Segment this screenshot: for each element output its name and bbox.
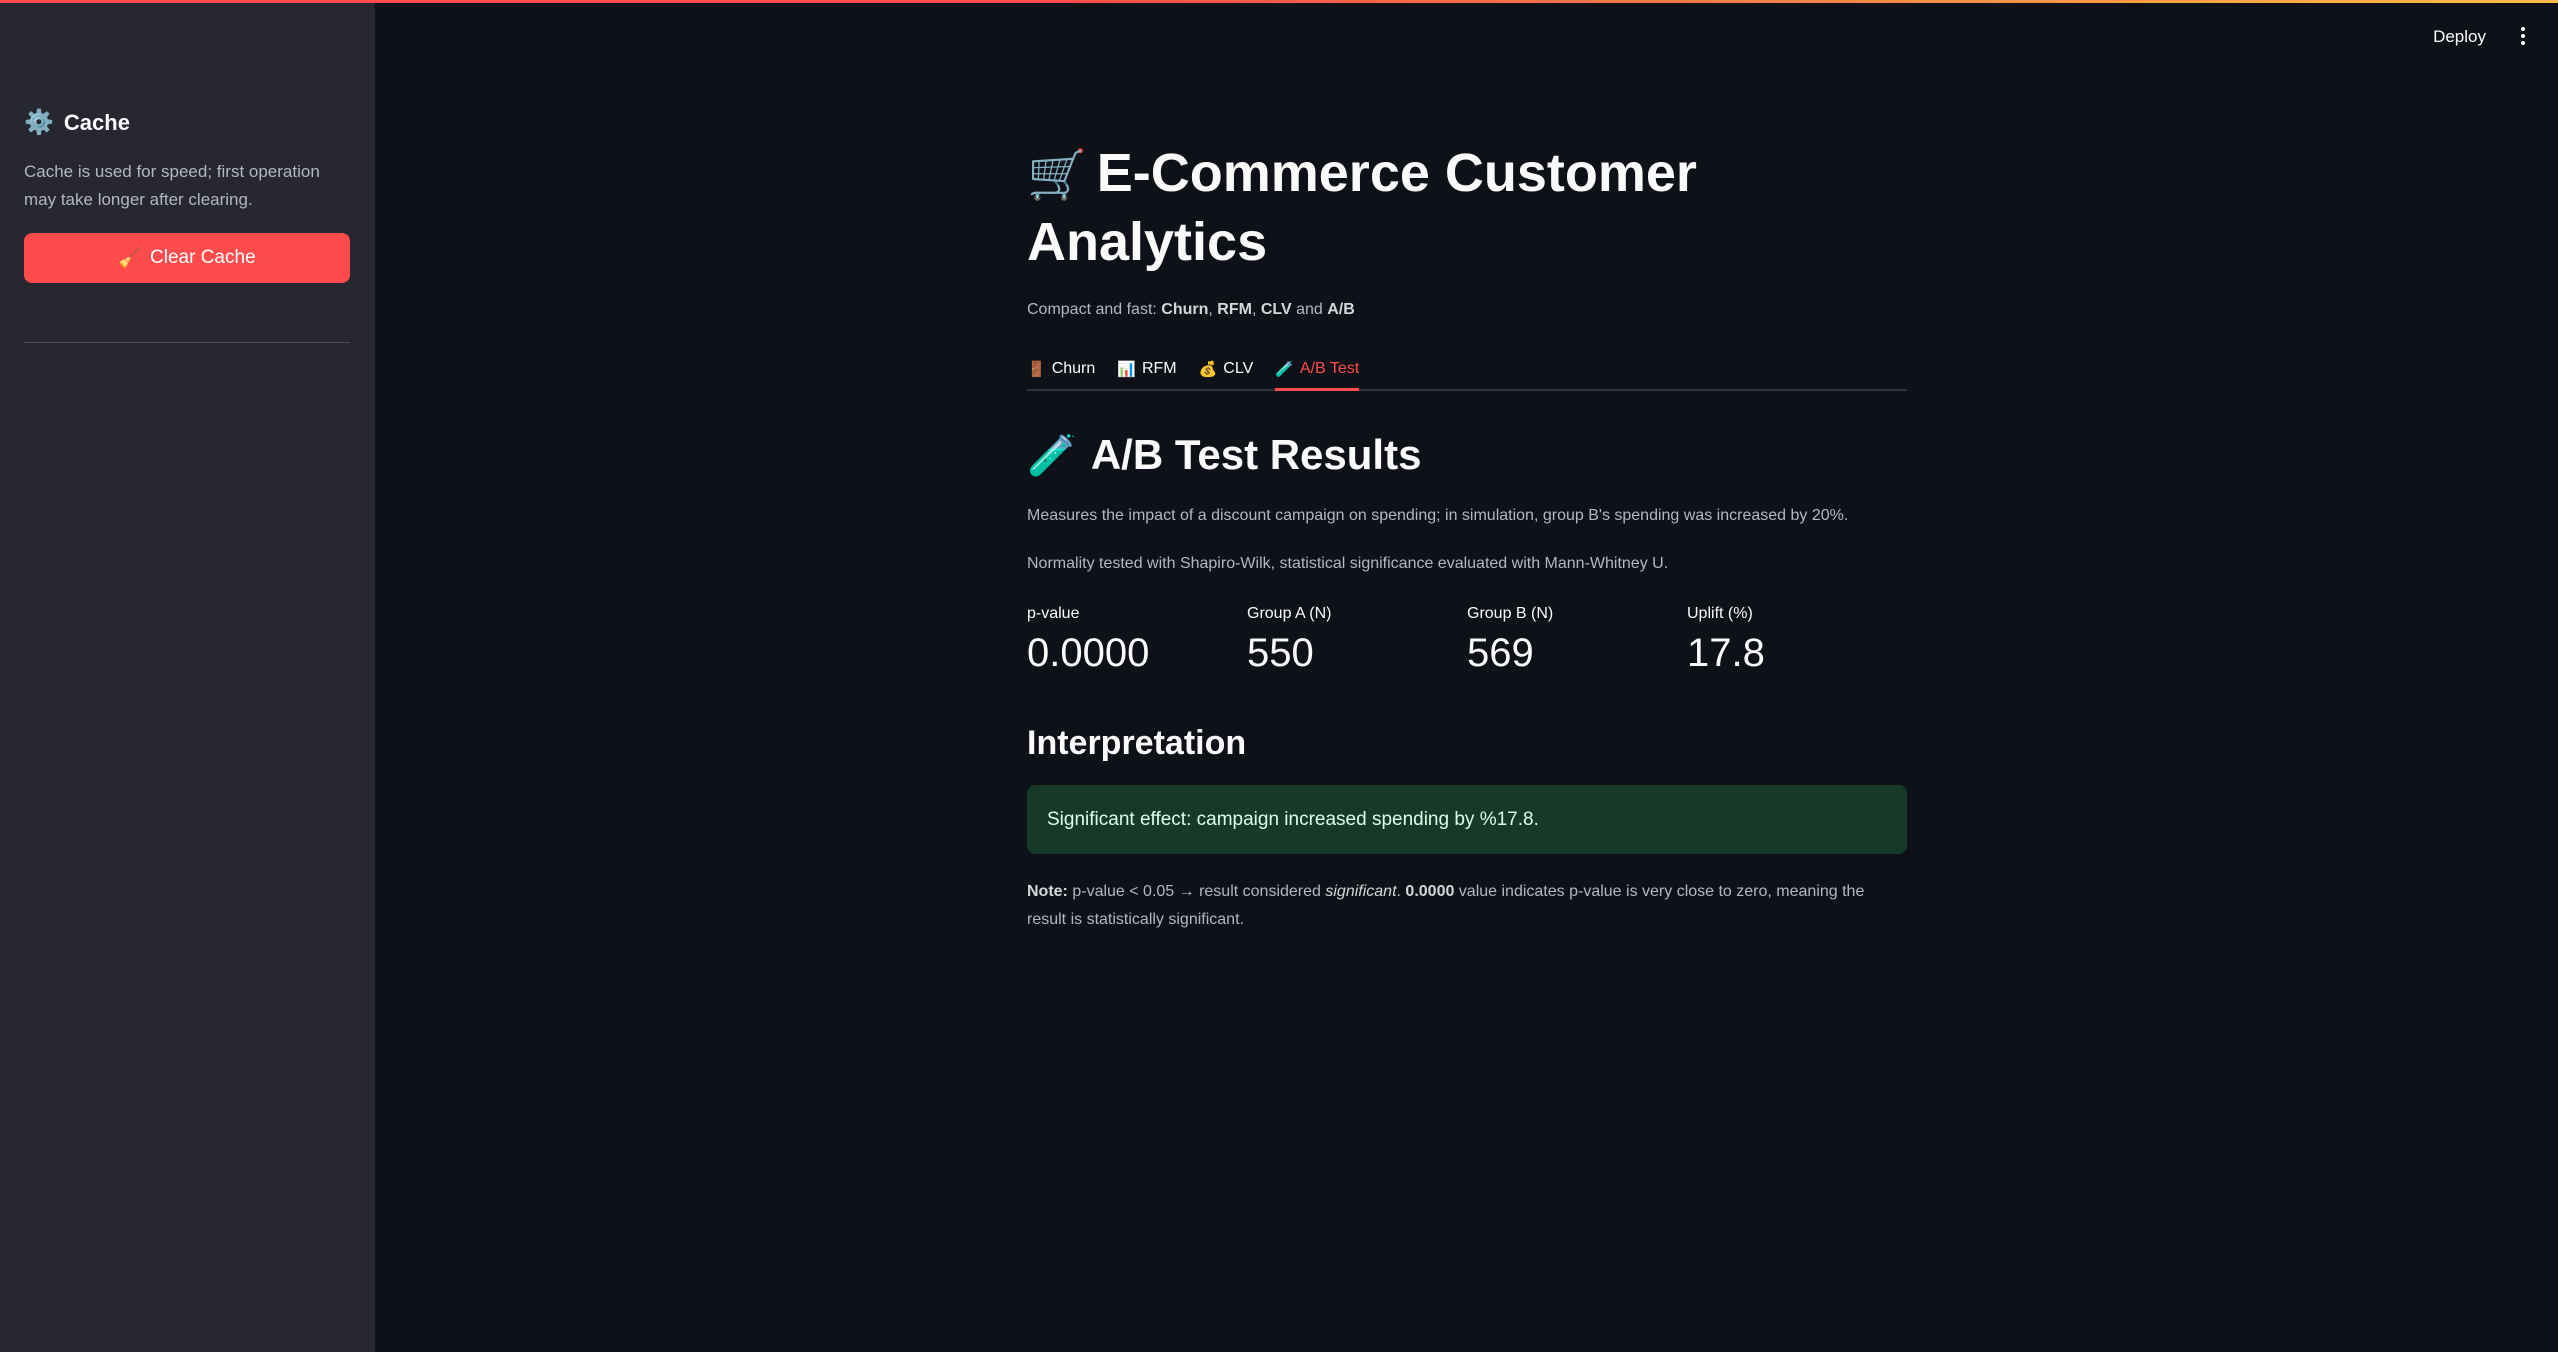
- top-accent-bar: [0, 0, 2558, 3]
- bar-chart-icon: 📊: [1117, 361, 1136, 378]
- subtitle-churn: Churn: [1161, 301, 1209, 318]
- metric-value: 569: [1467, 631, 1534, 675]
- metric-p-value: p-value 0.0000: [1027, 605, 1247, 676]
- main-menu-icon[interactable]: [2516, 24, 2530, 48]
- test-tube-icon: 🧪: [1275, 361, 1294, 378]
- note-italic: significant: [1325, 883, 1397, 900]
- tab-label: CLV: [1223, 360, 1254, 377]
- page-subtitle: Compact and fast: Churn, RFM, CLV and A/…: [1027, 301, 1907, 319]
- section-title-text: A/B Test Results: [1090, 431, 1422, 478]
- subtitle-and: and: [1291, 301, 1328, 318]
- door-icon: 🚪: [1027, 361, 1046, 378]
- main-content: 🛒 E-Commerce Customer Analytics Compact a…: [1027, 140, 1907, 934]
- tab-churn[interactable]: 🚪 Churn: [1027, 341, 1095, 389]
- subtitle-sep: ,: [1208, 301, 1218, 318]
- sidebar: ⚙️ Cache Cache is used for speed; first …: [0, 0, 375, 1352]
- section-description: Measures the impact of a discount campai…: [1027, 507, 1849, 524]
- success-alert-text: Significant effect: campaign increased s…: [1047, 808, 1539, 830]
- metric-value: 550: [1247, 631, 1314, 675]
- metric-value: 0.0000: [1027, 631, 1150, 675]
- gear-icon: ⚙️: [24, 109, 54, 136]
- broom-icon: 🧹: [118, 248, 143, 269]
- shopping-cart-icon: 🛒: [1027, 149, 1087, 202]
- note-value: 0.0000: [1405, 883, 1455, 900]
- tab-label: A/B Test: [1299, 360, 1360, 377]
- page-title: 🛒 E-Commerce Customer Analytics: [1027, 140, 1907, 275]
- metric-group-a: Group A (N) 550: [1247, 605, 1467, 676]
- interpretation-title: Interpretation: [1027, 724, 1247, 762]
- sidebar-divider: [24, 342, 350, 343]
- tab-bar: 🚪 Churn 📊 RFM 💰 CLV 🧪 A/B Test: [1027, 341, 1907, 391]
- subtitle-sep: ,: [1251, 301, 1261, 318]
- metric-group-b: Group B (N) 569: [1467, 605, 1687, 676]
- metric-label: Group B (N): [1467, 605, 1554, 622]
- metric-label: Uplift (%): [1687, 605, 1753, 622]
- metric-label: Group A (N): [1247, 605, 1332, 622]
- note-caption: Note: p-value < 0.05 → result considered…: [1027, 878, 1907, 934]
- tab-ab-test[interactable]: 🧪 A/B Test: [1275, 341, 1360, 391]
- subtitle-ab: A/B: [1327, 301, 1355, 318]
- subtitle-clv: CLV: [1260, 301, 1292, 318]
- metric-label: p-value: [1027, 605, 1080, 622]
- clear-cache-button[interactable]: 🧹 Clear Cache: [24, 233, 350, 283]
- subtitle-prefix: Compact and fast:: [1027, 301, 1162, 318]
- metric-uplift: Uplift (%) 17.8: [1687, 605, 1907, 676]
- tab-clv[interactable]: 💰 CLV: [1199, 341, 1254, 389]
- test-tube-icon: 🧪: [1027, 433, 1077, 478]
- tab-label: Churn: [1051, 360, 1096, 377]
- tab-rfm[interactable]: 📊 RFM: [1117, 341, 1176, 389]
- note-label: Note:: [1027, 883, 1068, 900]
- tab-label: RFM: [1141, 360, 1177, 377]
- clear-cache-label: Clear Cache: [150, 247, 256, 268]
- success-alert: Significant effect: campaign increased s…: [1027, 785, 1907, 854]
- note-text: p-value < 0.05 → result considered: [1067, 883, 1326, 900]
- metric-value: 17.8: [1687, 631, 1765, 675]
- subtitle-rfm: RFM: [1217, 301, 1252, 318]
- page-title-text: E-Commerce Customer Analytics: [1027, 143, 1697, 272]
- section-method: Normality tested with Shapiro-Wilk, stat…: [1027, 555, 1669, 572]
- metrics-row: p-value 0.0000 Group A (N) 550 Group B (…: [1027, 605, 1907, 676]
- section-title: 🧪 A/B Test Results: [1027, 431, 1907, 479]
- deploy-button[interactable]: Deploy: [2433, 27, 2486, 47]
- money-bag-icon: 💰: [1198, 361, 1218, 378]
- sidebar-cache-caption: Cache is used for speed; first operation…: [24, 162, 320, 209]
- sidebar-cache-title: Cache: [63, 109, 130, 135]
- sidebar-cache-header: ⚙️ Cache: [24, 108, 130, 137]
